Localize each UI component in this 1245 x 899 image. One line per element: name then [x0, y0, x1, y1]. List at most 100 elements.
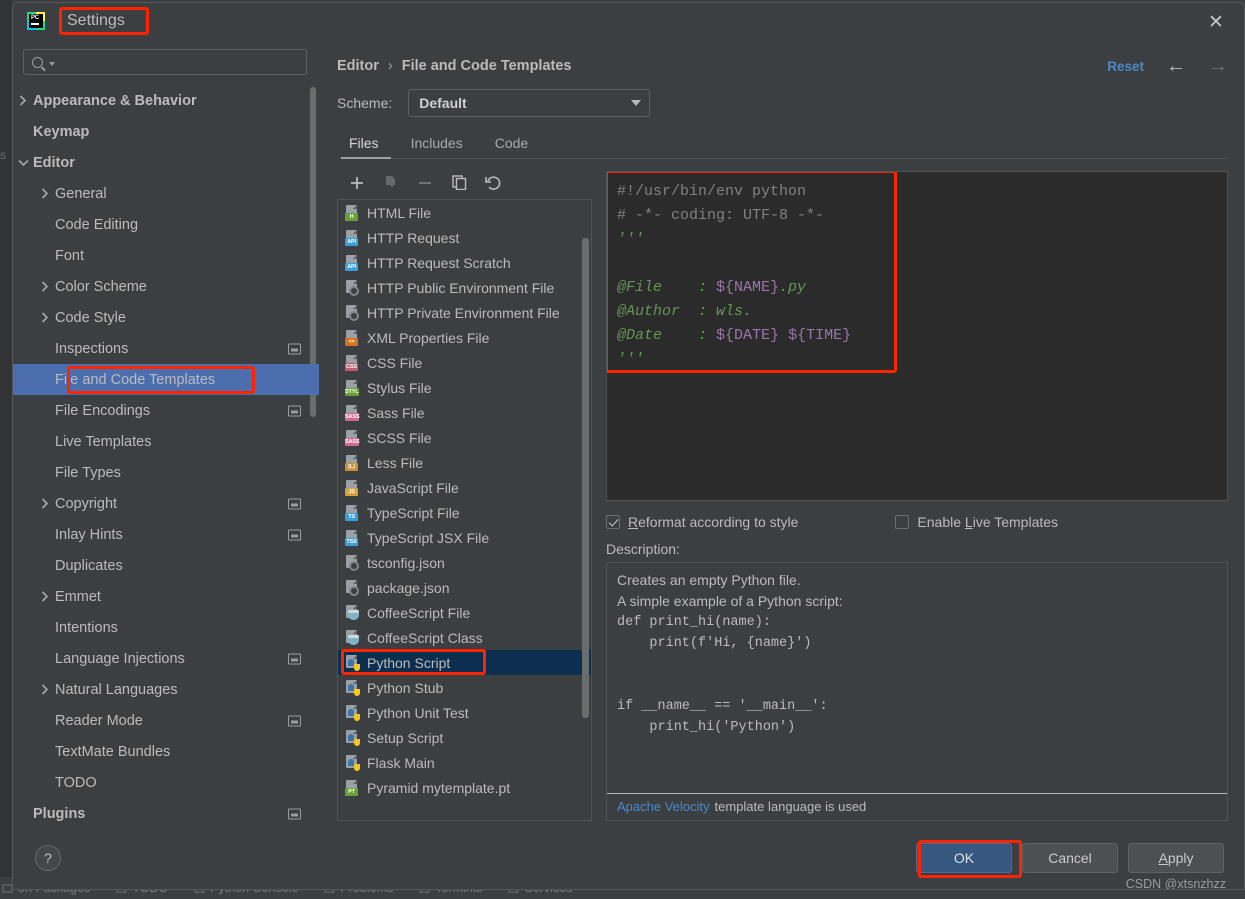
config-file-icon [344, 304, 360, 321]
search-input[interactable] [59, 54, 298, 70]
sidebar-item-label: Keymap [33, 123, 90, 140]
reset-link[interactable]: Reset [1107, 59, 1144, 74]
add-template-button[interactable] [347, 175, 367, 195]
close-icon[interactable]: ✕ [1198, 9, 1234, 35]
code-line: #!/usr/bin/env python [617, 183, 807, 200]
dialog-footer: ? OK Cancel Apply CSDN @xtsnzhzz [13, 827, 1244, 889]
template-code-editor[interactable]: #!/usr/bin/env python # -*- coding: UTF-8… [606, 171, 1228, 501]
sidebar-item-intentions[interactable]: Intentions [13, 612, 319, 643]
template-list-item[interactable]: Python Unit Test [338, 700, 591, 725]
template-list-item[interactable]: SASS SCSS File [338, 425, 591, 450]
chevron-right-icon[interactable] [35, 684, 55, 695]
sidebar-item-natural-languages[interactable]: Natural Languages [13, 674, 319, 705]
template-file-list[interactable]: H HTML File API HTTP Request API HTTP Request… [337, 199, 592, 821]
template-list-item[interactable]: Flask Main [338, 750, 591, 775]
template-list-item[interactable]: Setup Script [338, 725, 591, 750]
template-list-item-label: Sass File [367, 404, 425, 421]
template-list-item[interactable]: CoffeeScript File [338, 600, 591, 625]
template-list-item[interactable]: {L} Less File [338, 450, 591, 475]
chevron-right-icon[interactable] [35, 591, 55, 602]
template-list-item[interactable]: package.json [338, 575, 591, 600]
apply-button[interactable]: Apply [1128, 843, 1224, 873]
sidebar-item-inspections[interactable]: Inspections [13, 333, 319, 364]
copy-template-button[interactable] [449, 175, 469, 195]
sidebar-item-reader-mode[interactable]: Reader Mode [13, 705, 319, 736]
sidebar-item-general[interactable]: General [13, 178, 319, 209]
template-list-item[interactable]: <> XML Properties File [338, 325, 591, 350]
live-templates-checkbox-box[interactable] [895, 515, 910, 529]
sidebar-item-duplicates[interactable]: Duplicates [13, 550, 319, 581]
cancel-button[interactable]: Cancel [1022, 843, 1118, 873]
chevron-right-icon[interactable] [13, 95, 33, 106]
search-field[interactable] [23, 49, 307, 75]
template-list-item[interactable]: API HTTP Request Scratch [338, 250, 591, 275]
python-file-icon [344, 729, 360, 746]
template-list-item[interactable]: JS JavaScript File [338, 475, 591, 500]
settings-content: Editor › File and Code Templates Reset ←… [319, 39, 1244, 827]
template-list-item-label: CSS File [367, 354, 423, 371]
template-list-item[interactable]: PT Pyramid mytemplate.pt [338, 775, 591, 800]
sidebar-item-textmate-bundles[interactable]: TextMate Bundles [13, 736, 319, 767]
ok-button[interactable]: OK [916, 843, 1012, 873]
template-list-item[interactable]: tsconfig.json [338, 550, 591, 575]
template-list-item[interactable]: TSX TypeScript JSX File [338, 525, 591, 550]
template-list-scrollbar[interactable] [582, 238, 589, 718]
minus-icon [418, 176, 432, 195]
breadcrumb-parent[interactable]: Editor [337, 58, 379, 74]
sidebar-item-editor[interactable]: Editor [13, 147, 319, 178]
sidebar-item-todo[interactable]: TODO [13, 767, 319, 798]
sidebar-item-file-and-code-templates[interactable]: File and Code Templates [13, 364, 319, 395]
sidebar-item-keymap[interactable]: Keymap [13, 116, 319, 147]
sidebar-item-file-types[interactable]: File Types [13, 457, 319, 488]
template-list-item[interactable]: HTTP Private Environment File [338, 300, 591, 325]
sidebar-item-font[interactable]: Font [13, 240, 319, 271]
chevron-right-icon[interactable] [35, 281, 55, 292]
template-list-item[interactable]: H HTML File [338, 200, 591, 225]
description-line: print_hi('Python') [617, 720, 796, 735]
chevron-right-icon[interactable] [35, 188, 55, 199]
question-mark-icon[interactable]: ? [35, 845, 61, 871]
chevron-right-icon[interactable] [35, 498, 55, 509]
template-list-item-selected[interactable]: Python Script [338, 650, 591, 675]
sidebar-item-color-scheme[interactable]: Color Scheme [13, 271, 319, 302]
tab-includes[interactable]: Includes [395, 135, 479, 158]
sidebar-item-appearance-behavior[interactable]: Appearance & Behavior [13, 85, 319, 116]
sidebar-item-emmet[interactable]: Emmet [13, 581, 319, 612]
chevron-down-icon[interactable] [13, 159, 33, 167]
python-file-icon [344, 754, 360, 771]
reformat-checkbox[interactable]: Reformat according to style [606, 514, 798, 530]
sidebar-item-language-injections[interactable]: Language Injections [13, 643, 319, 674]
arrow-right-icon[interactable]: → [1208, 56, 1228, 76]
tab-files[interactable]: Files [337, 135, 395, 159]
chevron-right-icon[interactable] [35, 312, 55, 323]
sidebar-item-plugins[interactable]: Plugins [13, 798, 319, 827]
settings-tree: Appearance & Behavior Keymap Editor General… [13, 83, 319, 827]
apache-velocity-link[interactable]: Apache Velocity [617, 799, 710, 814]
scheme-select[interactable]: Default [408, 89, 651, 117]
sidebar-item-live-templates[interactable]: Live Templates [13, 426, 319, 457]
reformat-checkbox-box[interactable] [606, 515, 620, 529]
template-list-item[interactable]: CSS CSS File [338, 350, 591, 375]
live-templates-checkbox[interactable]: Enable Live Templates [895, 514, 1058, 530]
sidebar-item-label: Intentions [55, 619, 118, 636]
template-list-item[interactable]: CoffeeScript Class [338, 625, 591, 650]
tab-code[interactable]: Code [479, 135, 544, 158]
copy-icon [451, 175, 467, 195]
sidebar-item-inlay-hints[interactable]: Inlay Hints [13, 519, 319, 550]
search-options-chevron-icon[interactable] [49, 62, 55, 66]
watermark: CSDN @xtsnzhzz [1125, 877, 1226, 890]
sidebar-item-label: Plugins [33, 805, 86, 822]
sidebar-item-code-editing[interactable]: Code Editing [13, 209, 319, 240]
arrow-left-icon[interactable]: ← [1166, 56, 1186, 76]
template-list-item[interactable]: STYL Stylus File [338, 375, 591, 400]
sidebar-item-code-style[interactable]: Code Style [13, 302, 319, 333]
template-list-item[interactable]: API HTTP Request [338, 225, 591, 250]
reset-template-button[interactable] [483, 175, 503, 195]
sidebar-item-copyright[interactable]: Copyright [13, 488, 319, 519]
template-list-item[interactable]: HTTP Public Environment File [338, 275, 591, 300]
template-list-item-label: tsconfig.json [367, 554, 445, 571]
template-list-item[interactable]: TS TypeScript File [338, 500, 591, 525]
template-list-item[interactable]: Python Stub [338, 675, 591, 700]
template-list-item[interactable]: SASS Sass File [338, 400, 591, 425]
sidebar-item-file-encodings[interactable]: File Encodings [13, 395, 319, 426]
